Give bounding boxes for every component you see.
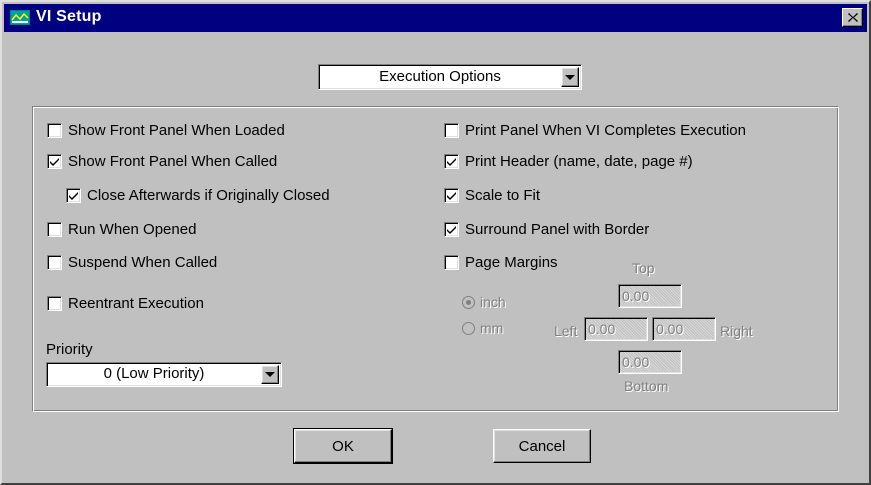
checkbox-reentrant-execution[interactable]: Reentrant Execution [47,295,204,312]
margin-left-input: 0.00 [584,317,648,341]
checkbox-close-afterwards[interactable]: Close Afterwards if Originally Closed [66,187,330,204]
radio-label: mm [480,320,504,336]
check-icon [447,158,456,166]
category-select[interactable]: Execution Options [318,64,582,90]
priority-select-value: 0 (Low Priority) [103,365,205,382]
margin-top-input: 0.00 [618,284,682,308]
checkbox-box[interactable] [66,188,81,203]
checkbox-box[interactable] [444,222,459,237]
close-button[interactable] [842,8,863,27]
checkbox-surround-panel-with-border[interactable]: Surround Panel with Border [444,221,649,238]
cancel-button-label: Cancel [518,437,566,455]
checkbox-box[interactable] [47,123,62,138]
checkbox-scale-to-fit[interactable]: Scale to Fit [444,187,540,204]
radio-button [462,295,475,309]
margin-right-input: 0.00 [652,317,716,341]
margin-bottom-label: Bottom [624,378,669,394]
checkbox-run-when-opened[interactable]: Run When Opened [47,221,196,238]
priority-label: Priority [46,341,93,358]
ok-button[interactable]: OK [293,428,393,464]
chevron-down-icon [565,74,575,80]
chevron-down-icon [265,372,275,377]
checkbox-label: Run When Opened [68,221,197,238]
check-icon [447,226,456,234]
window-title: VI Setup [36,8,102,25]
checkbox-page-margins[interactable]: Page Margins [444,254,558,271]
checkbox-box[interactable] [47,222,62,237]
margin-left-value: 0.00 [588,321,616,337]
checkbox-label: Reentrant Execution [68,295,204,312]
checkbox-box[interactable] [47,154,62,169]
checkbox-box[interactable] [444,188,459,203]
check-icon [50,158,59,166]
margin-right-value: 0.00 [656,321,684,337]
checkbox-box[interactable] [444,123,459,138]
check-icon [69,192,78,200]
checkbox-label: Surround Panel with Border [465,221,650,238]
title-bar[interactable]: VI Setup [4,4,867,32]
radio-mm: mm [462,320,503,336]
checkbox-label: Show Front Panel When Called [68,153,278,170]
cancel-button[interactable]: Cancel [493,429,591,463]
category-dropdown-button[interactable] [561,67,579,87]
checkbox-label: Suspend When Called [68,254,218,271]
margin-right-label: Right [720,323,753,339]
labview-app-icon [10,10,30,25]
radio-inch: inch [462,294,506,310]
checkbox-label: Page Margins [465,254,558,271]
priority-select[interactable]: 0 (Low Priority) [46,362,282,387]
checkbox-label: Close Afterwards if Originally Closed [87,187,330,204]
checkbox-box[interactable] [47,255,62,270]
category-select-value: Execution Options [379,68,501,85]
checkbox-show-front-panel-when-called[interactable]: Show Front Panel When Called [47,153,277,170]
checkbox-show-front-panel-when-loaded[interactable]: Show Front Panel When Loaded [47,122,285,139]
margin-left-label: Left [554,323,578,339]
checkbox-box[interactable] [47,296,62,311]
checkbox-print-panel-when-completes[interactable]: Print Panel When VI Completes Execution [444,122,746,139]
margin-bottom-input: 0.00 [618,350,682,374]
checkbox-label: Print Header (name, date, page #) [465,153,693,170]
checkbox-label: Print Panel When VI Completes Execution [465,122,746,139]
checkbox-suspend-when-called[interactable]: Suspend When Called [47,254,217,271]
checkbox-print-header[interactable]: Print Header (name, date, page #) [444,153,693,170]
check-icon [447,192,456,200]
ok-button-label: OK [332,437,354,455]
checkbox-box[interactable] [444,154,459,169]
margin-top-value: 0.00 [622,288,650,304]
close-icon [847,13,858,22]
radio-label: inch [480,294,506,310]
priority-dropdown-button[interactable] [261,365,279,384]
margin-top-label: Top [632,260,655,276]
vi-setup-dialog: VI Setup Execution Options Show Front Pa… [0,0,871,485]
checkbox-label: Scale to Fit [465,187,541,204]
radio-button [462,321,475,335]
checkbox-label: Show Front Panel When Loaded [68,122,285,139]
margin-bottom-value: 0.00 [622,354,650,370]
checkbox-box[interactable] [444,255,459,270]
